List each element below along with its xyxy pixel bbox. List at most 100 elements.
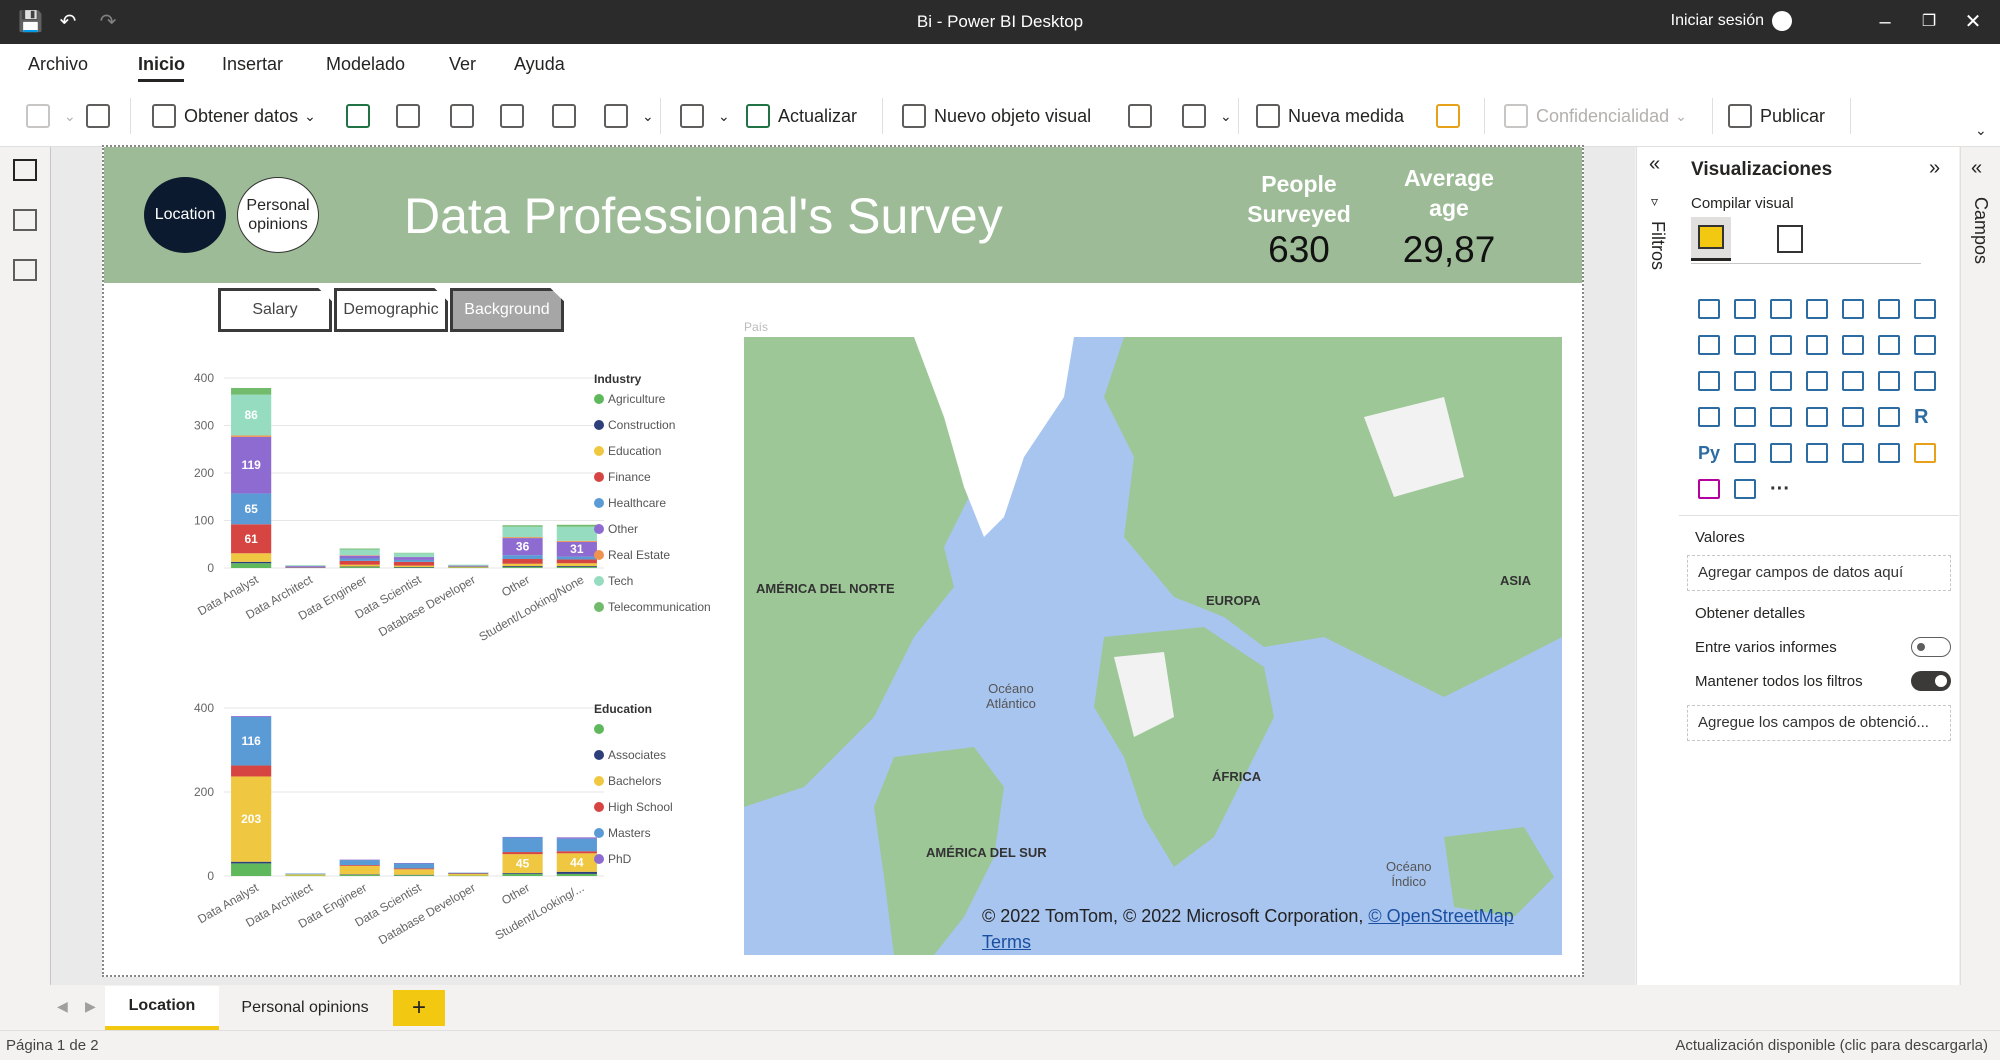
avatar[interactable] [1772,11,1792,31]
treemap-icon[interactable] [1806,371,1828,391]
bar-segment[interactable] [339,865,380,875]
bar-segment[interactable] [502,558,543,564]
bar-segment[interactable] [556,566,597,568]
menu-inicio[interactable]: Inicio [138,54,185,75]
qa-icon[interactable] [1806,443,1828,463]
expand-filters-icon[interactable]: « [1649,153,1660,176]
bar-segment[interactable] [556,526,597,541]
matrix-icon[interactable] [1878,407,1900,427]
bar-segment[interactable] [448,872,489,874]
bar-segment[interactable] [339,548,380,550]
bar-segment[interactable] [231,765,272,777]
bar-segment[interactable] [502,566,543,568]
get-data-button[interactable]: Obtener datos ⌄ [152,100,316,132]
new-visual-button[interactable]: Nuevo objeto visual [902,100,1091,132]
update-available-link[interactable]: Actualización disponible (clic para desc… [1675,1037,1988,1054]
bar-segment[interactable] [339,874,380,875]
openstreetmap-link[interactable]: © OpenStreetMap [1368,906,1513,926]
legend-item[interactable]: Tech [608,574,633,588]
decomposition-tree-icon[interactable] [1770,443,1792,463]
prev-page-icon[interactable]: ◀ [57,998,68,1015]
bar-segment[interactable] [502,873,543,874]
legend-item[interactable]: Masters [608,826,651,840]
world-map[interactable]: AMÉRICA DEL NORTE EUROPA ASIA ÁFRICA AMÉ… [744,337,1562,955]
gauge-icon[interactable] [1914,371,1936,391]
next-page-icon[interactable]: ▶ [85,998,96,1015]
legend-item[interactable]: Telecommunication [608,600,711,614]
bar-segment[interactable] [231,715,272,717]
card-icon[interactable] [1698,407,1720,427]
bar-segment[interactable] [231,435,272,437]
bar-segment[interactable] [339,558,380,561]
bar-segment[interactable] [556,873,597,876]
legend-item[interactable]: Real Estate [608,548,670,562]
waterfall-icon[interactable] [1878,335,1900,355]
bar-segment[interactable] [393,862,435,864]
bar-segment[interactable] [285,565,326,567]
ribbon-chart-icon[interactable] [1842,335,1864,355]
ribbon-collapse-icon[interactable]: ⌄ [1975,122,1987,139]
clustered-column-icon[interactable] [1806,299,1828,319]
add-page-button[interactable]: + [393,990,445,1026]
scatter-icon[interactable] [1698,371,1720,391]
bar-segment[interactable] [502,555,543,559]
r-visual-icon[interactable]: R [1914,407,1936,427]
menu-ver[interactable]: Ver [449,54,476,75]
nav-location-button[interactable]: Location [144,177,226,253]
legend-item[interactable]: High School [608,800,673,814]
legend-item[interactable]: Agriculture [608,392,666,406]
cross-report-toggle[interactable] [1911,637,1951,657]
bar-segment[interactable] [393,552,435,554]
sql-server-button[interactable] [450,100,482,132]
more-visuals-icon[interactable]: ··· [1770,479,1792,499]
paginated-report-icon[interactable] [1878,443,1900,463]
bar-segment[interactable] [448,873,489,874]
bar-segment[interactable] [448,873,489,876]
bar-segment[interactable] [339,566,380,568]
format-visual-icon[interactable] [1777,225,1803,253]
bar-segment[interactable] [231,563,272,568]
report-view-icon[interactable] [13,159,37,181]
education-stacked-bar-chart[interactable]: 0200400203116Data AnalystData ArchitectD… [174,692,734,972]
bar-segment[interactable] [448,875,489,877]
bar-segment[interactable] [393,567,435,569]
publish-button[interactable]: Publicar [1728,100,1825,132]
bar-segment[interactable] [502,836,543,838]
map-icon[interactable] [1842,371,1864,391]
menu-archivo[interactable]: Archivo [28,54,88,75]
bar-segment[interactable] [285,566,326,568]
menu-insertar[interactable]: Insertar [222,54,283,75]
map-terms-link[interactable]: Terms [982,932,1031,952]
bar-segment[interactable] [231,861,272,864]
bar-segment[interactable] [502,525,543,527]
values-drop-zone[interactable]: Agregar campos de datos aquí [1687,555,1951,591]
clustered-bar-icon[interactable] [1770,299,1792,319]
bar-segment[interactable] [448,567,489,569]
expand-fields-icon[interactable]: « [1971,157,1982,180]
bar-segment[interactable] [231,561,272,564]
line-chart-icon[interactable] [1914,299,1936,319]
smart-narrative-icon[interactable] [1842,443,1864,463]
bar-segment[interactable] [502,563,543,567]
bar-segment[interactable] [339,555,380,556]
bar-segment[interactable] [556,559,597,564]
bar-segment[interactable] [556,851,597,854]
bar-segment[interactable] [393,868,435,870]
bar-segment[interactable] [285,567,326,569]
bar-segment[interactable] [556,838,597,852]
tab-demographic[interactable]: Demographic [334,288,448,332]
bar-segment[interactable] [502,852,543,855]
bar-segment[interactable] [393,557,435,560]
filters-label[interactable]: Filtros [1647,221,1668,270]
bar-segment[interactable] [556,540,597,542]
bar-segment[interactable] [393,875,435,876]
data-view-icon[interactable] [13,209,37,231]
bar-segment[interactable] [231,387,272,395]
bar-segment[interactable] [339,865,380,866]
bar-segment[interactable] [231,553,272,562]
bar-segment[interactable] [339,874,380,876]
power-apps-icon[interactable] [1698,479,1720,499]
bar-segment[interactable] [556,524,597,527]
tab-background[interactable]: Background [450,288,564,332]
bar-segment[interactable] [339,560,380,565]
